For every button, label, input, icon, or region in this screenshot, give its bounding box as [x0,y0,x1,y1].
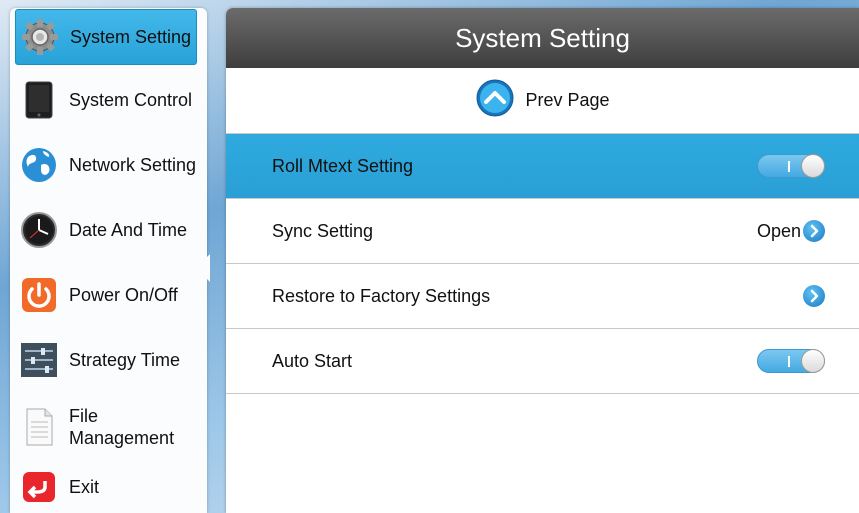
setting-label: Sync Setting [272,220,374,241]
selection-pointer [196,254,210,282]
sidebar-item-exit[interactable]: Exit [15,459,197,513]
sidebar-item-file-management[interactable]: File Management [15,397,197,457]
setting-row-roll-mtext[interactable]: Roll Mtext Setting [226,134,859,199]
setting-label: Auto Start [272,350,353,371]
globe-icon [19,145,59,185]
chevron-up-icon [475,78,515,123]
prev-page-button[interactable]: Prev Page [226,68,859,134]
sidebar-item-date-and-time[interactable]: Date And Time [15,202,197,258]
toggle-knob [801,349,825,373]
sidebar-item-label: Power On/Off [69,285,178,305]
setting-row-restore-factory[interactable]: Restore to Factory Settings [226,264,859,329]
gear-icon [20,17,60,57]
prev-page-label: Prev Page [525,90,610,110]
sync-value: Open [756,220,801,241]
clock-icon [19,210,59,250]
sidebar-item-power-on-off[interactable]: Power On/Off [15,267,197,323]
sidebar-item-strategy-time[interactable]: Strategy Time [15,332,197,388]
sidebar-item-network-setting[interactable]: Network Setting [15,137,197,193]
sidebar-item-label: System Setting [70,27,192,47]
setting-row-sync[interactable]: Sync Setting Open [226,199,859,264]
chevron-right-icon[interactable] [803,220,825,242]
exit-icon [19,467,59,507]
sidebar-item-label: File Management [69,406,175,448]
sidebar-item-label: Strategy Time [69,350,181,370]
tablet-icon [19,80,59,120]
setting-label: Roll Mtext Setting [272,155,414,176]
sliders-icon [19,340,59,380]
sidebar-item-system-control[interactable]: System Control [15,72,197,128]
setting-label: Restore to Factory Settings [272,285,491,306]
power-icon [19,275,59,315]
sidebar-item-system-setting[interactable]: System Setting [15,9,197,65]
sidebar: System Setting System Control Network Se… [10,8,207,513]
roll-mtext-toggle[interactable] [757,154,825,178]
toggle-on-mark [788,356,790,367]
sidebar-item-label: Network Setting [69,155,197,175]
page-title: System Setting [226,8,859,68]
sidebar-item-label: System Control [69,90,193,110]
document-icon [19,407,59,447]
sidebar-item-label: Date And Time [69,220,188,240]
sidebar-item-label: Exit [69,477,100,497]
chevron-right-icon[interactable] [803,285,825,307]
auto-start-toggle[interactable] [757,349,825,373]
toggle-on-mark [788,161,790,172]
toggle-knob [801,154,825,178]
setting-row-auto-start[interactable]: Auto Start [226,329,859,394]
main-panel: System Setting Prev Page Roll Mtext Sett… [226,8,859,513]
